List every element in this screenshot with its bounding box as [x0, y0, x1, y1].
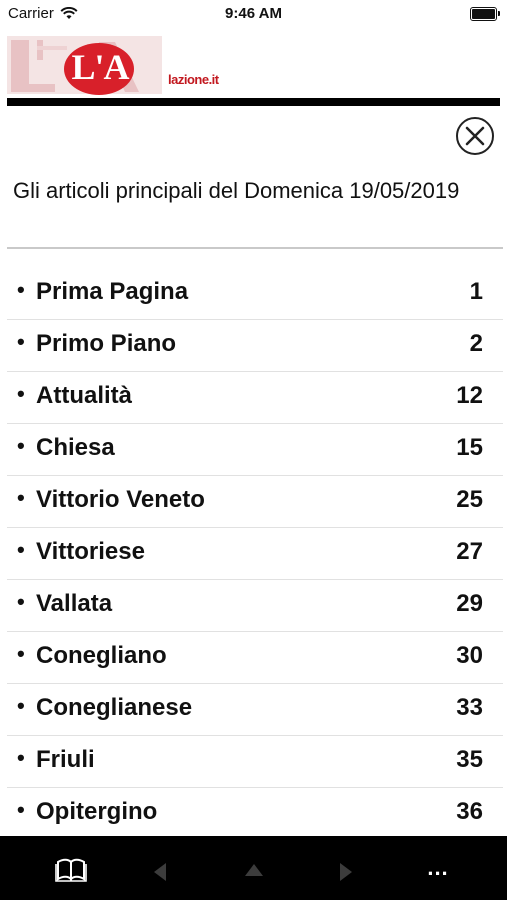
title-divider: [7, 247, 503, 249]
bullet-icon: •: [17, 797, 25, 822]
toc-item-label: Vittoriese: [36, 538, 145, 565]
next-icon[interactable]: [334, 848, 358, 888]
up-icon[interactable]: [242, 848, 266, 888]
toc-item-label: Prima Pagina: [36, 278, 189, 305]
bullet-icon: •: [17, 693, 25, 718]
toc-item[interactable]: • Vittorio Veneto 25: [7, 476, 503, 528]
toc-item[interactable]: • Coneglianese 33: [7, 684, 503, 736]
more-icon[interactable]: ...: [424, 848, 452, 888]
bottom-toolbar: ...: [0, 836, 507, 900]
site-link[interactable]: lazione.it: [168, 72, 219, 87]
toc-item[interactable]: • Prima Pagina 1: [7, 268, 503, 320]
bullet-icon: •: [17, 433, 25, 458]
battery-level: [472, 9, 495, 19]
bullet-icon: •: [17, 745, 25, 770]
toc-item-page: 29: [456, 590, 483, 617]
toc-item-page: 2: [469, 330, 483, 357]
toc-item-label: Coneglianese: [36, 694, 193, 721]
toc-item-page: 36: [456, 798, 483, 825]
toc-item-page: 35: [456, 746, 483, 773]
toc-item[interactable]: • Opitergino 36: [7, 788, 503, 840]
toc-item-page: 27: [456, 538, 483, 565]
toc-item[interactable]: • Vallata 29: [7, 580, 503, 632]
toc-item-label: Vittorio Veneto: [36, 486, 205, 513]
toc-item-page: 1: [469, 278, 483, 305]
book-icon[interactable]: [53, 848, 89, 888]
status-bar: Carrier 9:46 AM: [0, 0, 507, 28]
toc-item[interactable]: • Vittoriese 27: [7, 528, 503, 580]
bullet-icon: •: [17, 277, 25, 302]
bullet-icon: •: [17, 641, 25, 666]
toc-item[interactable]: • Conegliano 30: [7, 632, 503, 684]
toc-item-label: Conegliano: [36, 642, 167, 669]
toc-list: • Prima Pagina 1 • Primo Piano 2 • Attualità 12 •…: [7, 268, 503, 840]
toc-item-label: Primo Piano: [36, 330, 177, 357]
app-header: L'A lazione.it: [0, 28, 507, 100]
close-icon[interactable]: [455, 116, 495, 156]
toc-title: Gli articoli principali del Domenica 19/…: [13, 178, 460, 203]
toc-item-page: 30: [456, 642, 483, 669]
toc-item-label: Attualità: [36, 382, 132, 409]
toc-item-page: 33: [456, 694, 483, 721]
bullet-icon: •: [17, 485, 25, 510]
toc-item[interactable]: • Primo Piano 2: [7, 320, 503, 372]
toc-item-page: 25: [456, 486, 483, 513]
bullet-icon: •: [17, 537, 25, 562]
toc-item[interactable]: • Chiesa 15: [7, 424, 503, 476]
toc-item-label: Vallata: [36, 590, 113, 617]
toc-item-page: 15: [456, 434, 483, 461]
status-time: 9:46 AM: [225, 5, 282, 22]
toc-item[interactable]: • Attualità 12: [7, 372, 503, 424]
bullet-icon: •: [17, 329, 25, 354]
toc-item[interactable]: • Friuli 35: [7, 736, 503, 788]
header-divider: [7, 98, 500, 106]
toc-item-label: Opitergino: [36, 798, 158, 825]
bullet-icon: •: [17, 381, 25, 406]
battery-icon: [470, 7, 500, 21]
bullet-icon: •: [17, 589, 25, 614]
toc-item-label: Friuli: [36, 746, 95, 773]
prev-icon[interactable]: [148, 848, 172, 888]
toc-item-page: 12: [456, 382, 483, 409]
logo-text: L'A: [71, 47, 129, 87]
toc-item-label: Chiesa: [36, 434, 115, 461]
